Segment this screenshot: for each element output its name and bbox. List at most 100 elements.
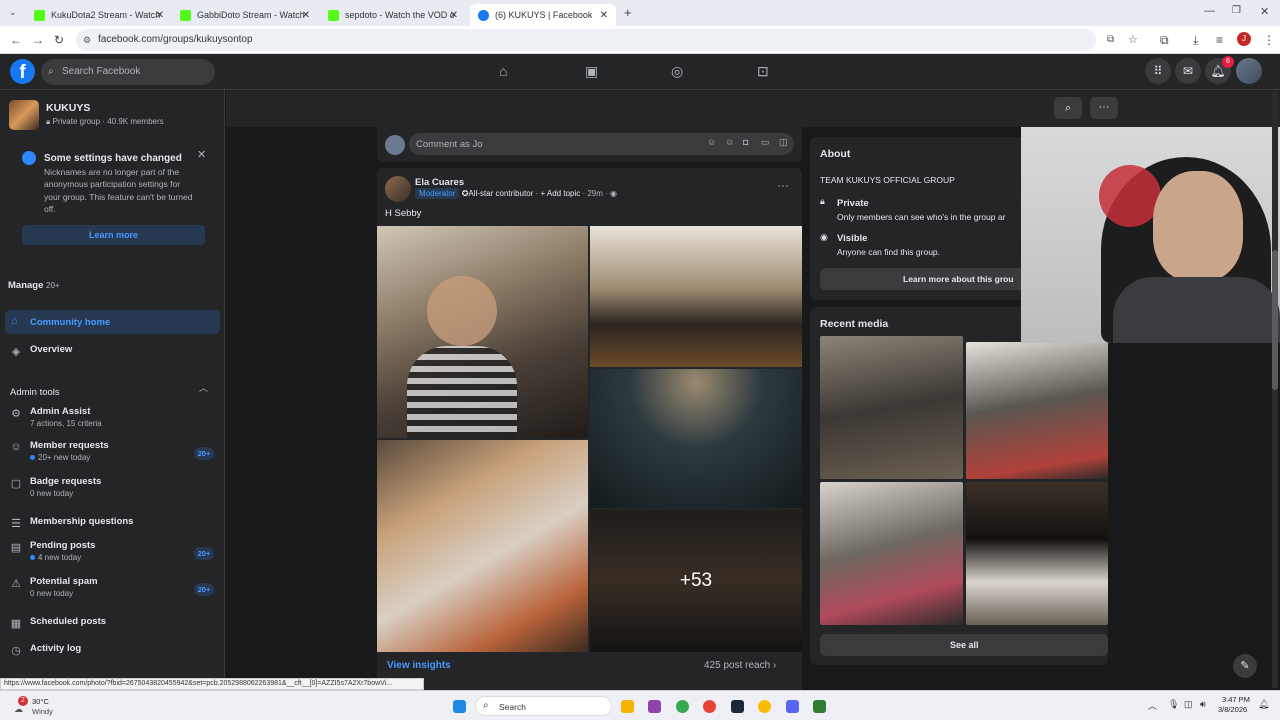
clock-date[interactable]: 3/8/2026 bbox=[1218, 705, 1247, 714]
windows-start-icon[interactable] bbox=[453, 700, 466, 713]
media-icon[interactable]: ≡ bbox=[1216, 33, 1223, 47]
chrome-icon[interactable] bbox=[758, 700, 771, 713]
taskbar-search[interactable]: ⌕ Search bbox=[475, 696, 612, 716]
add-topic-button[interactable]: + Add topic bbox=[540, 189, 580, 198]
contributor-badge[interactable]: All-star contributor bbox=[468, 189, 533, 198]
facebook-search-input[interactable]: ⌕ Search Facebook bbox=[41, 59, 215, 85]
browser-tab-2[interactable]: GabbiDoto Stream - Watch Live ✕ bbox=[172, 4, 318, 26]
sticker-icon[interactable]: ◫ bbox=[779, 137, 788, 148]
scrollbar-thumb[interactable] bbox=[1272, 250, 1278, 390]
group-avatar[interactable] bbox=[9, 100, 39, 130]
webcam-face-shape bbox=[1153, 171, 1243, 281]
post-photo-1[interactable] bbox=[377, 226, 588, 438]
download-icon[interactable]: ⤓ bbox=[1193, 33, 1198, 48]
chrome-icon[interactable] bbox=[676, 700, 689, 713]
browser-tab-1[interactable]: KukuDota2 Stream - Watch Live ✕ bbox=[26, 4, 172, 26]
notice-close-icon[interactable]: ✕ bbox=[197, 148, 206, 161]
gaming-icon[interactable]: ⊡ bbox=[757, 63, 769, 80]
url-input[interactable]: ⚙ facebook.com/groups/kukuysontop ⧉ ☆ bbox=[76, 29, 1138, 51]
recent-media-thumb-4[interactable] bbox=[966, 482, 1108, 625]
compose-message-icon[interactable]: ✎ bbox=[1233, 654, 1257, 678]
comment-input[interactable]: Comment as Jo ☺ ☺ ◘ ▭ ◫ bbox=[409, 133, 794, 155]
install-icon[interactable]: ⧉ bbox=[1107, 29, 1114, 51]
messenger-icon[interactable]: ✉ bbox=[1175, 58, 1201, 84]
reload-icon[interactable]: ↻ bbox=[54, 33, 64, 47]
post-photo-5[interactable]: +53 bbox=[590, 510, 802, 652]
post-author-avatar[interactable] bbox=[385, 176, 411, 202]
group-more-button[interactable]: ··· bbox=[1090, 97, 1118, 119]
member-requests-nav[interactable]: ☺ Member requests 20+ new today bbox=[10, 440, 108, 462]
browser-tab-3[interactable]: sepdoto - Watch the VOD on K ✕ bbox=[320, 4, 466, 26]
home-icon[interactable]: ⌂ bbox=[499, 63, 507, 79]
tray-chevron-icon[interactable]: ︿ bbox=[1148, 699, 1157, 712]
post-time[interactable]: 29m bbox=[587, 189, 603, 198]
membership-questions-label: Membership questions bbox=[30, 516, 134, 527]
post-photo-4[interactable] bbox=[377, 440, 588, 652]
microphone-icon[interactable]: 🎙︎ bbox=[1168, 699, 1179, 710]
profile-avatar[interactable]: J bbox=[1237, 32, 1251, 46]
admin-assist-nav[interactable]: ⚙ Admin Assist 7 actions, 15 criteria bbox=[10, 406, 102, 428]
bookmark-star-icon[interactable]: ☆ bbox=[1128, 29, 1138, 51]
overview-nav[interactable]: ◈ Overview bbox=[10, 344, 72, 358]
discord-icon[interactable] bbox=[786, 700, 799, 713]
forward-icon[interactable]: → bbox=[32, 33, 44, 47]
moderator-badge[interactable]: Moderator bbox=[415, 188, 460, 199]
potential-spam-nav[interactable]: ⚠ Potential spam 0 new today bbox=[10, 576, 98, 598]
recent-media-thumb-1[interactable] bbox=[820, 336, 963, 479]
facebook-logo[interactable]: f bbox=[10, 59, 35, 84]
group-name[interactable]: KUKUYS bbox=[46, 102, 90, 114]
post-reach[interactable]: 425 post reach › bbox=[704, 660, 776, 671]
steam-icon[interactable] bbox=[731, 700, 744, 713]
site-info-icon[interactable]: ⚙ bbox=[83, 29, 91, 51]
account-avatar[interactable] bbox=[1236, 58, 1262, 84]
video-icon[interactable]: ▣ bbox=[585, 63, 598, 80]
avatar-sticker-icon[interactable]: ☺ bbox=[707, 137, 716, 147]
admin-tools-heading[interactable]: Admin tools ︿ bbox=[10, 382, 210, 400]
learn-more-button[interactable]: Learn more bbox=[22, 225, 205, 245]
group-search-button[interactable]: ⌕ bbox=[1054, 97, 1082, 119]
see-all-button[interactable]: See all bbox=[820, 634, 1108, 656]
pending-posts-nav[interactable]: ▤ Pending posts 4 new today bbox=[10, 540, 96, 562]
browser-menu-icon[interactable]: ⋮ bbox=[1263, 33, 1275, 47]
post-options-icon[interactable]: ··· bbox=[777, 178, 789, 192]
restore-icon[interactable]: ❐ bbox=[1232, 5, 1241, 16]
membership-questions-nav[interactable]: ☰ Membership questions bbox=[10, 516, 133, 530]
recent-media-thumb-3[interactable] bbox=[820, 482, 963, 625]
camera-icon[interactable]: ◘ bbox=[743, 137, 748, 147]
activity-log-nav[interactable]: ◷ Activity log bbox=[10, 643, 81, 657]
network-icon[interactable]: ◫ bbox=[1184, 699, 1193, 710]
close-tab-icon[interactable]: ✕ bbox=[600, 10, 608, 21]
emoji-icon[interactable]: ☺ bbox=[725, 137, 734, 147]
gif-icon[interactable]: ▭ bbox=[761, 137, 770, 148]
view-insights-link[interactable]: View insights bbox=[387, 660, 451, 671]
chevron-up-icon[interactable]: ︿ bbox=[199, 381, 208, 394]
minimize-icon[interactable]: — bbox=[1204, 5, 1215, 17]
tab-search-icon[interactable]: ⌄ bbox=[9, 7, 17, 18]
post-photo-2[interactable] bbox=[590, 226, 802, 367]
clock-time[interactable]: 3:47 PM bbox=[1222, 695, 1250, 704]
more-photos-count[interactable]: +53 bbox=[590, 510, 802, 652]
back-icon[interactable]: ← bbox=[10, 33, 22, 47]
browser-tab-4[interactable]: (6) KUKUYS | Facebook ✕ bbox=[470, 4, 616, 26]
volume-icon[interactable]: 🔊︎ bbox=[1200, 699, 1206, 710]
groups-icon[interactable]: ◎ bbox=[671, 63, 683, 80]
menu-grid-icon[interactable]: ⠿ bbox=[1145, 58, 1171, 84]
terminal-icon[interactable] bbox=[813, 700, 826, 713]
badge-requests-nav[interactable]: ▢ Badge requests 0 new today bbox=[10, 476, 101, 498]
extensions-icon[interactable]: ⧉ bbox=[1160, 33, 1169, 48]
close-tab-icon[interactable]: ✕ bbox=[302, 10, 310, 21]
post-photo-3[interactable] bbox=[590, 369, 802, 508]
close-tab-icon[interactable]: ✕ bbox=[450, 10, 458, 21]
app-icon[interactable] bbox=[648, 700, 661, 713]
community-home-nav[interactable]: ⌂ Community home bbox=[5, 310, 220, 334]
recent-media-thumb-2[interactable] bbox=[966, 342, 1108, 479]
file-explorer-icon[interactable] bbox=[621, 700, 634, 713]
window-close-icon[interactable]: ✕ bbox=[1260, 5, 1269, 18]
post-author[interactable]: Ela Cuares bbox=[415, 177, 464, 188]
close-tab-icon[interactable]: ✕ bbox=[156, 10, 164, 21]
new-tab-icon[interactable]: + bbox=[624, 5, 632, 20]
chrome-icon[interactable] bbox=[703, 700, 716, 713]
page-scrollbar[interactable] bbox=[1272, 92, 1278, 688]
scheduled-posts-nav[interactable]: ▦ Scheduled posts bbox=[10, 616, 106, 630]
notification-center-icon[interactable]: 🔔︎ bbox=[1258, 699, 1269, 710]
